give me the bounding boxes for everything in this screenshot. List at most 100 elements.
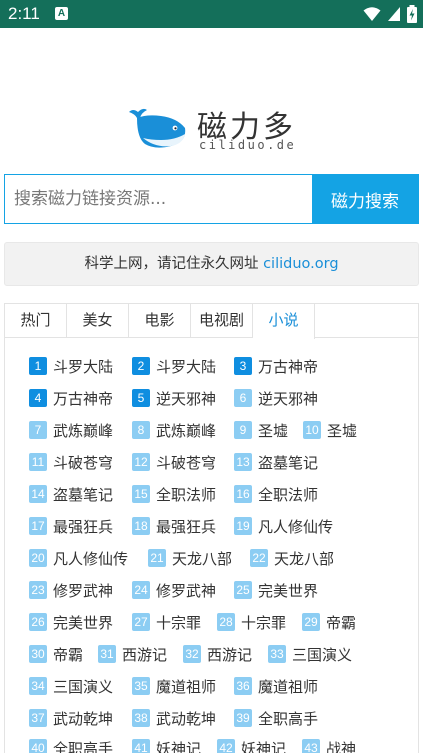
rank-badge: 36 <box>234 677 252 695</box>
rank-badge: 40 <box>29 739 47 753</box>
item-title: 西游记 <box>122 645 168 664</box>
rank-badge: 30 <box>29 645 47 663</box>
list-item[interactable]: 35 魔道祖师 <box>132 675 216 697</box>
search-button[interactable]: 磁力搜索 <box>312 175 418 223</box>
list-item[interactable]: 14 盗墓笔记 <box>29 483 113 505</box>
tab-movie[interactable]: 电影 <box>129 304 191 338</box>
list-item[interactable]: 32 西游记 <box>183 643 252 665</box>
rank-badge: 20 <box>29 549 47 567</box>
rank-badge: 7 <box>29 421 47 439</box>
tab-novel[interactable]: 小说 <box>253 304 315 339</box>
search-input[interactable] <box>5 175 312 223</box>
item-title: 斗罗大陆 <box>156 357 217 376</box>
item-title: 斗破苍穹 <box>53 453 114 472</box>
rank-badge: 13 <box>234 453 252 471</box>
list-item[interactable]: 7 武炼巅峰 <box>29 419 113 441</box>
item-title: 武动乾坤 <box>156 709 217 728</box>
list-item[interactable]: 13 盗墓笔记 <box>234 451 318 473</box>
list-item[interactable]: 1 斗罗大陆 <box>29 355 113 377</box>
rank-badge: 4 <box>29 389 47 407</box>
rank-badge: 38 <box>132 709 150 727</box>
list-item[interactable]: 11 斗破苍穹 <box>29 451 113 473</box>
list-item[interactable]: 24 修罗武神 <box>132 579 216 601</box>
wifi-icon <box>363 7 381 21</box>
notice-link[interactable]: ciliduo.org <box>263 256 338 272</box>
list-item[interactable]: 18 最强狂兵 <box>132 515 216 537</box>
tab-hot[interactable]: 热门 <box>5 304 67 338</box>
list-item[interactable]: 4 万古神帝 <box>29 387 113 409</box>
list-item[interactable]: 20 凡人修仙传 <box>29 547 128 569</box>
list-item[interactable]: 31 西游记 <box>98 643 167 665</box>
list-item[interactable]: 43 战神 <box>302 737 356 753</box>
list-item[interactable]: 10 圣墟 <box>303 419 357 441</box>
list-item[interactable]: 12 斗破苍穹 <box>132 451 216 473</box>
item-title: 修罗武神 <box>156 581 217 600</box>
list-item[interactable]: 21 天龙八部 <box>148 547 232 569</box>
status-bar: 2:11 A <box>0 0 423 28</box>
list-item[interactable]: 22 天龙八部 <box>250 547 334 569</box>
rank-badge: 39 <box>234 709 252 727</box>
list-item[interactable]: 6 逆天邪神 <box>234 387 318 409</box>
list-item[interactable]: 15 全职法师 <box>132 483 216 505</box>
item-title: 全职法师 <box>156 485 217 504</box>
list-item[interactable]: 41 妖神记 <box>132 737 201 753</box>
list-item[interactable]: 38 武动乾坤 <box>132 707 216 729</box>
list-item[interactable]: 30 帝霸 <box>29 643 83 665</box>
tab-beauty[interactable]: 美女 <box>67 304 129 338</box>
list-item[interactable]: 42 妖神记 <box>217 737 286 753</box>
list-item[interactable]: 39 全职高手 <box>234 707 318 729</box>
notice-text: 科学上网，请记住永久网址 <box>84 256 264 272</box>
rank-badge: 22 <box>250 549 268 567</box>
list-item[interactable]: 23 修罗武神 <box>29 579 113 601</box>
rank-badge: 14 <box>29 485 47 503</box>
site-logo[interactable]: 磁力多 ciliduo.de <box>125 102 305 154</box>
item-title: 凡人修仙传 <box>258 517 334 536</box>
list-item[interactable]: 9 圣墟 <box>234 419 288 441</box>
list-item[interactable]: 2 斗罗大陆 <box>132 355 216 377</box>
rank-badge: 21 <box>148 549 166 567</box>
list-item[interactable]: 16 全职法师 <box>234 483 318 505</box>
category-panel: 热门 美女 电影 电视剧 小说 1 斗罗大陆 2 斗罗大陆 3 万古神帝 4 万古神帝 … <box>4 303 419 753</box>
status-time: 2:11 <box>8 4 40 23</box>
list-item[interactable]: 29 帝霸 <box>302 611 356 633</box>
list-item[interactable]: 26 完美世界 <box>29 611 113 633</box>
item-title: 十宗罪 <box>241 613 287 632</box>
item-title: 帝霸 <box>326 613 357 632</box>
rank-badge: 35 <box>132 677 150 695</box>
item-title: 最强狂兵 <box>53 517 114 536</box>
list-item[interactable]: 40 全职高手 <box>29 737 113 753</box>
list-item[interactable]: 25 完美世界 <box>234 579 318 601</box>
rank-badge: 24 <box>132 581 150 599</box>
list-item[interactable]: 19 凡人修仙传 <box>234 515 333 537</box>
item-title: 逆天邪神 <box>258 389 319 408</box>
item-title: 妖神记 <box>156 739 202 753</box>
item-title: 魔道祖师 <box>258 677 319 696</box>
list-item[interactable]: 37 武动乾坤 <box>29 707 113 729</box>
item-title: 全职高手 <box>258 709 319 728</box>
item-title: 圣墟 <box>327 421 358 440</box>
list-item[interactable]: 36 魔道祖师 <box>234 675 318 697</box>
list-item[interactable]: 33 三国演义 <box>268 643 352 665</box>
list-item[interactable]: 28 十宗罪 <box>217 611 286 633</box>
item-title: 天龙八部 <box>172 549 233 568</box>
rank-badge: 29 <box>302 613 320 631</box>
list-item[interactable]: 3 万古神帝 <box>234 355 318 377</box>
item-title: 三国演义 <box>53 677 114 696</box>
item-title: 完美世界 <box>258 581 319 600</box>
list-item[interactable]: 8 武炼巅峰 <box>132 419 216 441</box>
list-item[interactable]: 27 十宗罪 <box>132 611 201 633</box>
rank-badge: 18 <box>132 517 150 535</box>
list-item[interactable]: 5 逆天邪神 <box>132 387 216 409</box>
list-item[interactable]: 34 三国演义 <box>29 675 113 697</box>
category-tabs: 热门 美女 电影 电视剧 小说 <box>5 304 418 339</box>
tab-tv-series[interactable]: 电视剧 <box>191 304 253 338</box>
notice-banner: 科学上网，请记住永久网址 ciliduo.org <box>4 242 419 286</box>
rank-badge: 19 <box>234 517 252 535</box>
rank-badge: 37 <box>29 709 47 727</box>
item-title: 斗罗大陆 <box>53 357 114 376</box>
rank-badge: 25 <box>234 581 252 599</box>
battery-charging-icon <box>407 5 417 23</box>
item-title: 凡人修仙传 <box>53 549 129 568</box>
list-item[interactable]: 17 最强狂兵 <box>29 515 113 537</box>
rank-badge: 8 <box>132 421 150 439</box>
